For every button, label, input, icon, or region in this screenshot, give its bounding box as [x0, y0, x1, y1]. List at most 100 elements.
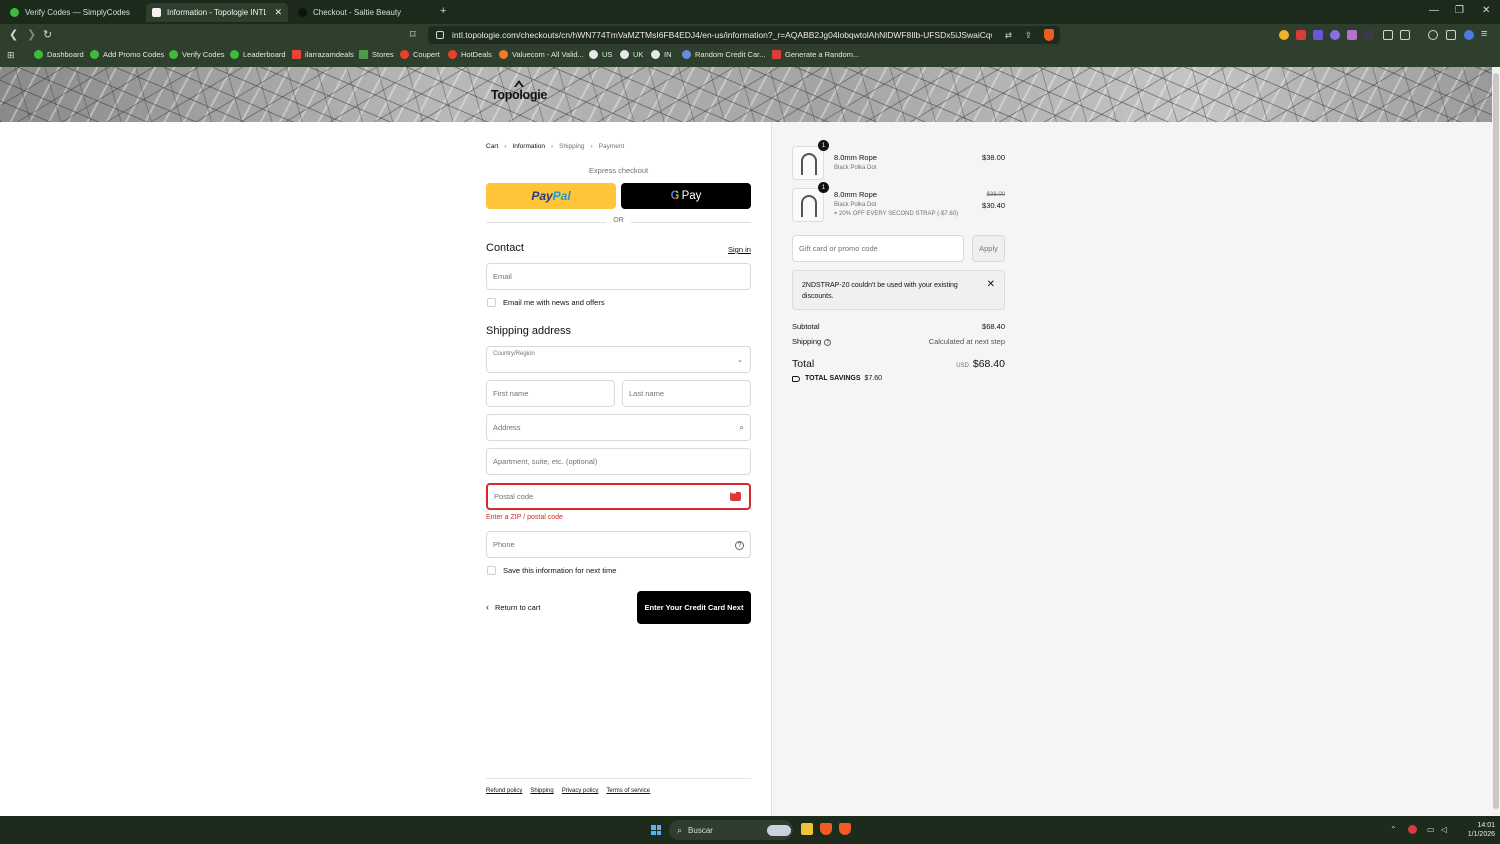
extension-icon[interactable]: [1383, 30, 1393, 40]
bookmark-icon[interactable]: ⌑: [410, 28, 416, 41]
bookmark-item[interactable]: ilarrazamdeals: [292, 50, 354, 59]
new-tab-icon[interactable]: +: [440, 5, 446, 17]
restore-icon[interactable]: ❐: [1455, 5, 1464, 16]
phone-field[interactable]: ?: [486, 531, 751, 558]
minimize-icon[interactable]: —: [1429, 5, 1439, 16]
help-icon[interactable]: ?: [735, 541, 744, 550]
scrollbar-thumb[interactable]: [1493, 73, 1499, 809]
forward-icon[interactable]: ❯: [27, 28, 36, 41]
taskbar-clock[interactable]: 14:01 1/1/2026: [1455, 821, 1495, 839]
postal-code-field[interactable]: [486, 483, 751, 510]
refund-policy-link[interactable]: Refund policy: [486, 788, 522, 794]
taskbar-search[interactable]: ⌕ Buscar: [669, 820, 793, 840]
page-scrollbar[interactable]: [1492, 67, 1500, 816]
brave-browser-icon[interactable]: [820, 823, 832, 835]
apartment-field[interactable]: [486, 448, 751, 475]
sign-in-link[interactable]: Sign in: [728, 245, 751, 254]
return-to-cart-link[interactable]: ‹ Return to cart: [486, 602, 540, 612]
volume-icon[interactable]: ◁: [1441, 825, 1447, 834]
extension-icon[interactable]: [1400, 30, 1410, 40]
last-name-field[interactable]: [622, 380, 751, 407]
chevron-up-icon[interactable]: ⌃: [1390, 825, 1397, 834]
media-icon[interactable]: [1428, 30, 1438, 40]
bookmark-item[interactable]: Dashboard: [34, 50, 84, 59]
translate-icon[interactable]: ⇄: [1005, 30, 1012, 41]
apartment-input[interactable]: [487, 449, 750, 474]
phone-input[interactable]: [487, 532, 750, 557]
save-info-checkbox[interactable]: [487, 566, 496, 575]
save-info-checkbox-row[interactable]: Save this information for next time: [487, 566, 616, 575]
back-icon[interactable]: ❮: [9, 28, 18, 41]
apps-grid-icon[interactable]: ⊞: [7, 50, 15, 61]
sidebar-icon[interactable]: [1446, 30, 1456, 40]
file-explorer-icon[interactable]: [801, 823, 813, 835]
gift-card-field[interactable]: [792, 235, 964, 262]
store-logo[interactable]: Topologie: [488, 80, 550, 102]
country-label: Country/Region: [493, 351, 535, 357]
total-amount: USD $68.40: [956, 358, 1005, 370]
bookmark-item[interactable]: Coupert: [400, 50, 440, 59]
continue-button[interactable]: Enter Your Credit Card Next: [637, 591, 751, 624]
privacy-policy-link[interactable]: Privacy policy: [562, 788, 599, 794]
brave-shield-icon[interactable]: [1044, 29, 1054, 41]
brave-browser-active-icon[interactable]: [839, 823, 851, 835]
extension-icon[interactable]: [1279, 30, 1289, 40]
google-pay-button[interactable]: G Pay: [621, 183, 751, 209]
browser-tab[interactable]: Checkout - Saltie Beauty: [292, 3, 432, 22]
gift-card-input[interactable]: [793, 236, 963, 261]
address-bar[interactable]: intl.topologie.com/checkouts/cn/hWN774Tm…: [428, 26, 1060, 44]
wallet-icon[interactable]: [1464, 30, 1474, 40]
extension-icon[interactable]: [1296, 30, 1306, 40]
reload-icon[interactable]: ↻: [43, 28, 52, 41]
bookmark-item[interactable]: Add Promo Codes: [90, 50, 164, 59]
windows-start-icon[interactable]: [651, 825, 661, 835]
country-select[interactable]: Country/Region ⌄: [486, 346, 751, 373]
site-settings-icon[interactable]: [436, 31, 444, 39]
savings-value: $7.60: [864, 375, 883, 382]
email-field[interactable]: [486, 263, 751, 290]
network-icon[interactable]: ▭: [1427, 825, 1435, 834]
bookmark-item[interactable]: IN: [651, 50, 672, 59]
bookmark-item[interactable]: Generate a Random...: [772, 50, 859, 59]
close-window-icon[interactable]: ✕: [1482, 5, 1490, 16]
newsletter-checkbox-row[interactable]: Email me with news and offers: [487, 298, 605, 307]
tray-app-icon[interactable]: [1408, 825, 1417, 834]
address-field[interactable]: ⌕: [486, 414, 751, 441]
extension-icon[interactable]: [1313, 30, 1323, 40]
first-name-field[interactable]: [486, 380, 615, 407]
share-icon[interactable]: ⇪: [1025, 30, 1032, 41]
menu-icon[interactable]: ≡: [1481, 28, 1487, 40]
postal-code-input[interactable]: [488, 485, 749, 508]
newsletter-checkbox[interactable]: [487, 298, 496, 307]
bookmark-item[interactable]: Stores: [359, 50, 394, 59]
extension-icon[interactable]: [1364, 30, 1374, 40]
browser-tab[interactable]: Verify Codes — SimplyCodes: [4, 3, 144, 22]
address-input[interactable]: [487, 415, 750, 440]
total-savings: TOTAL SAVINGS $7.60: [792, 375, 882, 382]
bookmark-item[interactable]: Random Credit Car...: [682, 50, 765, 59]
paypal-button[interactable]: Pay Pal: [486, 183, 616, 209]
total-label: Total: [792, 358, 815, 370]
close-icon[interactable]: ✕: [987, 279, 995, 290]
bookmark-item[interactable]: Leaderboard: [230, 50, 286, 59]
help-icon[interactable]: ?: [824, 338, 832, 346]
save-info-label: Save this information for next time: [503, 566, 617, 575]
bookmark-item[interactable]: UK: [620, 50, 643, 59]
divider-line: [631, 222, 751, 223]
bookmark-item[interactable]: US: [589, 50, 612, 59]
bookmark-item[interactable]: Verify Codes: [169, 50, 225, 59]
browser-tab-active[interactable]: Information - Topologie INTL - C ✕: [146, 3, 288, 22]
bookmark-item[interactable]: Valuecom - All Valid...: [499, 50, 584, 59]
shipping-policy-link[interactable]: Shipping: [530, 788, 553, 794]
close-tab-icon[interactable]: ✕: [266, 7, 282, 18]
autofill-icon[interactable]: [730, 491, 741, 501]
terms-of-service-link[interactable]: Terms of service: [606, 788, 650, 794]
first-name-input[interactable]: [487, 381, 614, 406]
bookmark-item[interactable]: HotDeals: [448, 50, 492, 59]
extension-icon[interactable]: [1347, 30, 1357, 40]
apply-button[interactable]: Apply: [972, 235, 1005, 262]
last-name-input[interactable]: [623, 381, 750, 406]
breadcrumb-cart[interactable]: Cart: [486, 143, 498, 150]
email-input[interactable]: [487, 264, 750, 289]
extension-icon[interactable]: [1330, 30, 1340, 40]
